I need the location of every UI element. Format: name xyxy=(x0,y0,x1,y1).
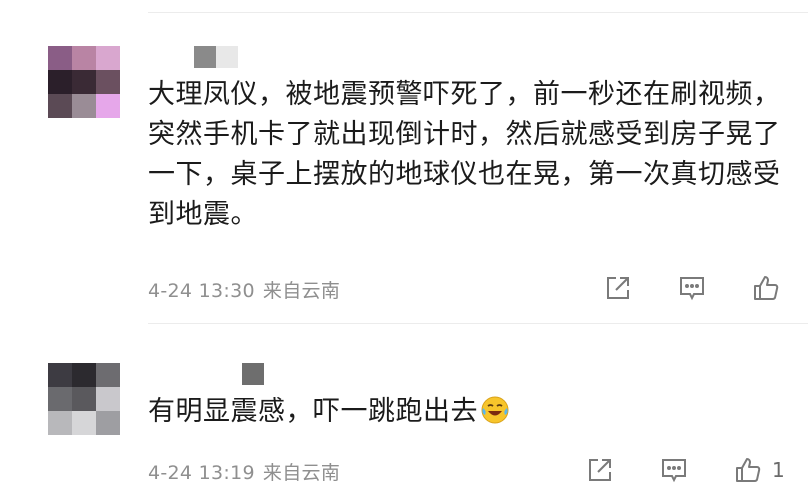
comment-location: 来自云南 xyxy=(262,462,341,484)
name-mosaic-cell xyxy=(216,46,238,68)
comment-location: 来自云南 xyxy=(262,280,341,302)
name-mosaic-cell xyxy=(194,46,216,68)
avatar-mosaic-cell xyxy=(96,94,120,118)
avatar-mosaic-cell xyxy=(72,94,96,118)
avatar-mosaic-cell xyxy=(96,411,120,435)
thumbs-up-icon xyxy=(754,276,779,300)
comment-text: 大理凤仪，被地震预警吓死了，前一秒还在刷视频，突然手机卡了就出现倒计时，然后就感… xyxy=(148,79,781,230)
comment-date: 4-24 13:30 xyxy=(148,280,255,302)
avatar-mosaic-cell xyxy=(48,94,72,118)
reply-button[interactable] xyxy=(656,452,692,488)
comment-meta: 4-24 13:30 来自云南 xyxy=(148,276,340,303)
avatar-mosaic-cell xyxy=(48,387,72,411)
avatar-mosaic-cell xyxy=(96,70,120,94)
laughing-tears-emoji-icon xyxy=(481,396,509,424)
share-icon xyxy=(607,277,629,299)
avatar-mosaic-cell xyxy=(72,387,96,411)
avatar-mosaic-cell xyxy=(48,363,72,387)
avatar-mosaic-cell xyxy=(96,363,120,387)
avatar-mosaic-cell xyxy=(48,411,72,435)
like-count: 1 xyxy=(772,458,785,482)
comment-actions: 1 xyxy=(582,452,785,488)
avatar[interactable] xyxy=(48,46,120,118)
comment-date: 4-24 13:19 xyxy=(148,462,255,484)
avatar-mosaic-cell xyxy=(96,46,120,70)
avatar-mosaic-cell xyxy=(48,70,72,94)
avatar-mosaic-cell xyxy=(48,46,72,70)
comment-meta: 4-24 13:19 来自云南 xyxy=(148,458,340,485)
comment-divider xyxy=(148,323,808,324)
thumbs-up-icon xyxy=(736,458,761,482)
user-name-redacted[interactable] xyxy=(242,363,264,385)
share-button[interactable] xyxy=(600,270,636,306)
name-mosaic-cell xyxy=(242,363,264,385)
avatar-mosaic-cell xyxy=(72,411,96,435)
avatar-mosaic-cell xyxy=(72,363,96,387)
reply-icon xyxy=(680,277,704,301)
share-icon xyxy=(589,459,611,481)
top-divider xyxy=(148,12,808,13)
like-button[interactable] xyxy=(748,270,784,306)
like-button[interactable] xyxy=(730,452,766,488)
share-button[interactable] xyxy=(582,452,618,488)
avatar-mosaic-cell xyxy=(72,46,96,70)
avatar-mosaic-cell xyxy=(72,70,96,94)
user-name-redacted[interactable] xyxy=(194,46,238,68)
reply-icon xyxy=(662,459,686,483)
avatar[interactable] xyxy=(48,363,120,435)
avatar-mosaic-cell xyxy=(96,387,120,411)
comment-actions xyxy=(600,270,790,306)
reply-button[interactable] xyxy=(674,270,710,306)
comment-text: 有明显震感，吓一跳跑出去 xyxy=(148,392,788,432)
